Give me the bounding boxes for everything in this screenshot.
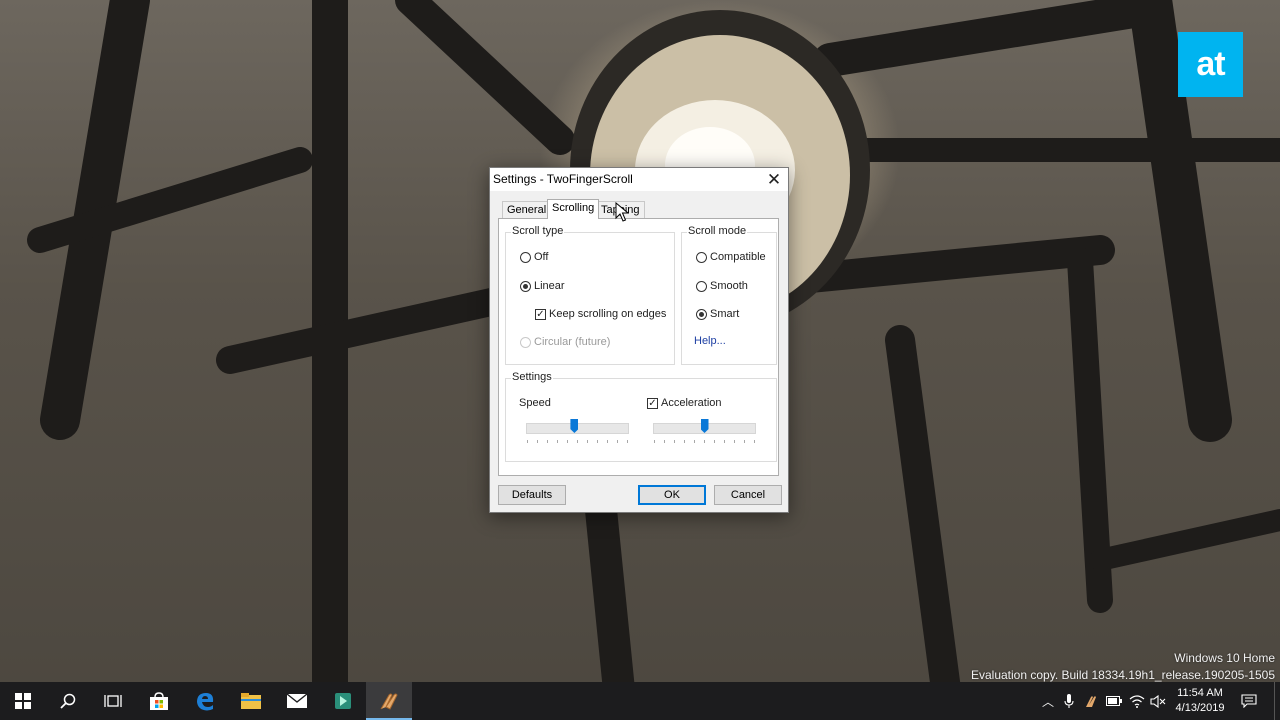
tab-scrolling[interactable]: Scrolling bbox=[547, 199, 600, 219]
taskbar-clock[interactable]: 11:54 AM 4/13/2019 bbox=[1168, 686, 1232, 716]
dialog-titlebar[interactable]: Settings - TwoFingerScroll ✕ bbox=[490, 168, 788, 191]
defaults-button[interactable]: Defaults bbox=[498, 485, 566, 505]
radio-linear[interactable]: Linear bbox=[520, 280, 565, 292]
filmora-button[interactable] bbox=[320, 682, 366, 720]
ok-button[interactable]: OK bbox=[638, 485, 706, 505]
settings-group-label: Settings bbox=[511, 371, 553, 383]
show-desktop-button[interactable] bbox=[1274, 682, 1280, 720]
start-button[interactable] bbox=[0, 682, 46, 720]
radio-smart-button[interactable] bbox=[696, 308, 707, 320]
network-tray-button[interactable] bbox=[1129, 693, 1145, 709]
scrolling-tab-panel: Scroll type Off Linear ✓ Keep scrolling … bbox=[498, 218, 779, 476]
twofingerscroll-tray-button[interactable] bbox=[1084, 693, 1100, 709]
radio-smooth-label: Smooth bbox=[710, 280, 748, 292]
radio-off-button[interactable] bbox=[520, 251, 531, 263]
keep-scrolling-checkbox[interactable]: ✓ Keep scrolling on edges bbox=[535, 308, 666, 320]
twofingerscroll-button[interactable] bbox=[366, 682, 412, 720]
mail-button[interactable] bbox=[274, 682, 320, 720]
microphone-icon bbox=[1064, 693, 1074, 708]
close-button[interactable]: ✕ bbox=[760, 168, 788, 191]
brand-logo: at bbox=[1178, 32, 1243, 97]
tab-general[interactable]: General bbox=[502, 201, 552, 218]
radio-off[interactable]: Off bbox=[520, 251, 548, 263]
radio-circular-label: Circular (future) bbox=[534, 336, 611, 348]
search-button[interactable] bbox=[45, 682, 91, 720]
battery-icon bbox=[1106, 696, 1122, 706]
close-icon: ✕ bbox=[766, 169, 782, 189]
notifications-icon bbox=[1241, 694, 1257, 708]
wifi-icon bbox=[1129, 694, 1145, 708]
volume-muted-icon bbox=[1150, 694, 1166, 708]
chevron-up-icon: ︿ bbox=[1041, 694, 1054, 709]
clock-date: 4/13/2019 bbox=[1175, 702, 1225, 714]
task-view-icon bbox=[104, 695, 122, 707]
file-explorer-button[interactable] bbox=[228, 682, 274, 720]
radio-linear-label: Linear bbox=[534, 280, 565, 292]
taskbar: ︿ 11:54 AM 4/13/2019 bbox=[0, 682, 1280, 720]
microphone-tray-button[interactable] bbox=[1061, 693, 1077, 709]
search-icon bbox=[60, 693, 76, 709]
keep-scrolling-label: Keep scrolling on edges bbox=[549, 308, 667, 320]
mouse-cursor-icon bbox=[615, 202, 629, 222]
speed-slider-ticks bbox=[526, 440, 629, 443]
volume-tray-button[interactable] bbox=[1150, 693, 1166, 709]
store-button[interactable] bbox=[136, 682, 182, 720]
watermark-edition: Windows 10 Home bbox=[1174, 651, 1275, 665]
acceleration-slider[interactable] bbox=[653, 419, 756, 444]
scroll-type-label: Scroll type bbox=[511, 225, 565, 237]
clock-time: 11:54 AM bbox=[1177, 687, 1223, 699]
radio-linear-button[interactable] bbox=[520, 280, 531, 292]
radio-circular: Circular (future) bbox=[520, 336, 610, 348]
cancel-button[interactable]: Cancel bbox=[714, 485, 782, 505]
twofingerscroll-icon bbox=[380, 693, 398, 710]
acceleration-check[interactable]: ✓ bbox=[647, 397, 658, 409]
twofingerscroll-tray-icon bbox=[1086, 696, 1096, 707]
radio-smooth[interactable]: Smooth bbox=[696, 280, 748, 292]
keep-scrolling-check[interactable]: ✓ bbox=[535, 308, 546, 320]
speed-slider[interactable] bbox=[526, 419, 629, 444]
start-icon bbox=[15, 693, 31, 709]
settings-dialog: Settings - TwoFingerScroll ✕ General Scr… bbox=[489, 167, 789, 513]
radio-compatible[interactable]: Compatible bbox=[696, 251, 766, 263]
radio-smart[interactable]: Smart bbox=[696, 308, 739, 320]
acceleration-label: Acceleration bbox=[661, 397, 722, 409]
scroll-mode-label: Scroll mode bbox=[687, 225, 748, 237]
task-view-button[interactable] bbox=[90, 682, 136, 720]
speed-label: Speed bbox=[519, 397, 551, 409]
scroll-type-group: Scroll type Off Linear ✓ Keep scrolling … bbox=[505, 225, 675, 365]
dialog-title: Settings - TwoFingerScroll bbox=[493, 172, 633, 186]
radio-circular-button bbox=[520, 336, 531, 348]
logo-text: at bbox=[1196, 45, 1225, 83]
windows-watermark: Windows 10 Home Evaluation copy. Build 1… bbox=[971, 650, 1275, 684]
acceleration-checkbox[interactable]: ✓ Acceleration bbox=[647, 397, 722, 409]
show-hidden-icons-button[interactable]: ︿ bbox=[1040, 693, 1056, 709]
filmora-icon bbox=[335, 693, 351, 709]
action-center-button[interactable] bbox=[1241, 693, 1257, 709]
edge-button[interactable] bbox=[182, 682, 228, 720]
radio-compatible-button[interactable] bbox=[696, 251, 707, 263]
settings-group: Settings Speed ✓ Acceleration bbox=[505, 371, 777, 462]
radio-compatible-label: Compatible bbox=[710, 251, 766, 263]
battery-tray-button[interactable] bbox=[1106, 693, 1122, 709]
radio-smart-label: Smart bbox=[710, 308, 740, 320]
store-icon bbox=[150, 692, 168, 710]
scroll-mode-group: Scroll mode Compatible Smooth Smart Help… bbox=[681, 225, 777, 365]
radio-smooth-button[interactable] bbox=[696, 280, 707, 292]
acceleration-slider-ticks bbox=[653, 440, 756, 443]
radio-off-label: Off bbox=[534, 251, 549, 263]
edge-icon bbox=[197, 693, 214, 711]
file-explorer-icon bbox=[241, 693, 261, 709]
help-link[interactable]: Help... bbox=[694, 335, 726, 347]
mail-icon bbox=[286, 693, 308, 708]
